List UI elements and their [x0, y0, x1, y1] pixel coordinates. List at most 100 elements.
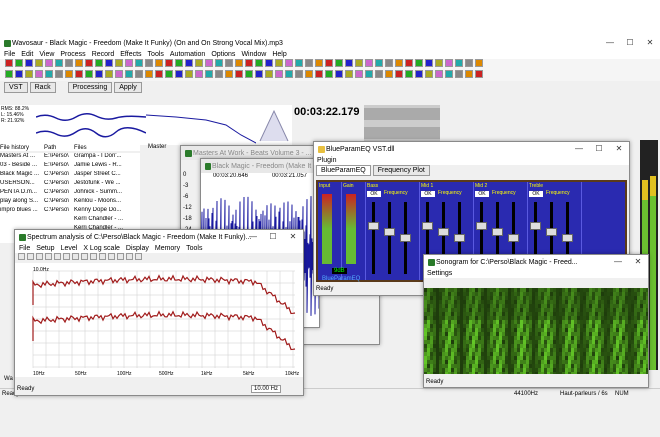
toolbar-button-icon[interactable] — [155, 59, 163, 67]
toolbar-button-icon[interactable] — [215, 70, 223, 78]
minimize-icon[interactable]: — — [243, 230, 263, 244]
menu-window[interactable]: Window — [241, 51, 266, 58]
apply-button[interactable]: Apply — [114, 82, 142, 93]
sonogram-display[interactable] — [424, 288, 649, 376]
toolbar-button-icon[interactable] — [415, 70, 423, 78]
toolbar-button-icon[interactable] — [175, 59, 183, 67]
toolbar-button-icon[interactable] — [75, 70, 83, 78]
toolbar-button-icon[interactable] — [385, 70, 393, 78]
toolbar-button-icon[interactable] — [455, 70, 463, 78]
toolbar-button-icon[interactable] — [385, 59, 393, 67]
list-item[interactable]: Black Magic ... C:\Perso\ Jasper Street C.… — [0, 171, 140, 180]
spectrum-tool-icon[interactable] — [108, 253, 115, 260]
toolbar-button-icon[interactable] — [105, 59, 113, 67]
toolbar-button-icon[interactable] — [125, 59, 133, 67]
close-icon[interactable]: ✕ — [609, 142, 629, 156]
eq-slider-thumb[interactable] — [400, 234, 411, 242]
eq-slider-thumb[interactable] — [422, 222, 433, 230]
toolbar-button-icon[interactable] — [165, 70, 173, 78]
toolbar-button-icon[interactable] — [295, 59, 303, 67]
toolbar-button-icon[interactable] — [395, 70, 403, 78]
spectrum-menu-5[interactable]: Memory — [155, 245, 180, 252]
toolbar-button-icon[interactable] — [225, 59, 233, 67]
eq-ok-button[interactable]: OK — [367, 191, 381, 197]
toolbar-button-icon[interactable] — [305, 59, 313, 67]
toolbar-button-icon[interactable] — [405, 70, 413, 78]
eq-slider-thumb[interactable] — [454, 234, 465, 242]
spectrum-tool-icon[interactable] — [135, 253, 142, 260]
toolbar-button-icon[interactable] — [75, 59, 83, 67]
list-item[interactable]: Kerri Chandler - ... — [0, 216, 140, 225]
toolbar-button-icon[interactable] — [245, 59, 253, 67]
eq-ok-button[interactable]: OK — [529, 191, 543, 197]
toolbar-button-icon[interactable] — [445, 70, 453, 78]
menu-view[interactable]: View — [39, 51, 54, 58]
toolbar-button-icon[interactable] — [465, 70, 473, 78]
minimize-icon[interactable]: — — [569, 142, 589, 156]
eq-slider[interactable] — [368, 202, 379, 274]
toolbar-button-icon[interactable] — [195, 70, 203, 78]
toolbar-button-icon[interactable] — [365, 70, 373, 78]
toolbar-button-icon[interactable] — [265, 70, 273, 78]
toolbar-button-icon[interactable] — [325, 59, 333, 67]
maximize-icon[interactable]: ☐ — [620, 36, 640, 50]
toolbar-button-icon[interactable] — [335, 70, 343, 78]
toolbar-button-icon[interactable] — [335, 59, 343, 67]
toolbar-button-icon[interactable] — [475, 70, 483, 78]
toolbar-button-icon[interactable] — [55, 70, 63, 78]
menu-effects[interactable]: Effects — [120, 51, 141, 58]
toolbar-button-icon[interactable] — [135, 59, 143, 67]
toolbar-button-icon[interactable] — [135, 70, 143, 78]
list-item[interactable]: USERSON... C:\Perso\ Jestofunk - We ... — [0, 180, 140, 189]
spectrum-tool-icon[interactable] — [36, 253, 43, 260]
spectrum-tool-icon[interactable] — [63, 253, 70, 260]
maximize-icon[interactable]: ☐ — [263, 230, 283, 244]
toolbar-button-icon[interactable] — [345, 59, 353, 67]
spectrum-tool-icon[interactable] — [90, 253, 97, 260]
toolbar-button-icon[interactable] — [185, 70, 193, 78]
toolbar-button-icon[interactable] — [225, 70, 233, 78]
close-icon[interactable]: ✕ — [628, 255, 648, 269]
toolbar-button-icon[interactable] — [15, 59, 23, 67]
eq-slider-thumb[interactable] — [384, 228, 395, 236]
menu-help[interactable]: Help — [272, 51, 286, 58]
tab-blueparameq[interactable]: BlueParamEQ — [316, 165, 371, 176]
minimize-icon[interactable]: — — [608, 255, 628, 269]
toolbar-button-icon[interactable] — [435, 70, 443, 78]
toolbar-button-icon[interactable] — [45, 59, 53, 67]
eq-slider[interactable] — [400, 202, 411, 274]
spectrum-tool-icon[interactable] — [126, 253, 133, 260]
toolbar-button-icon[interactable] — [25, 70, 33, 78]
toolbar-button-icon[interactable] — [275, 59, 283, 67]
spectrum-tool-icon[interactable] — [27, 253, 34, 260]
spectrum-tool-icon[interactable] — [18, 253, 25, 260]
toolbar-button-icon[interactable] — [425, 59, 433, 67]
spectrum-menu-3[interactable]: X Log scale — [83, 245, 120, 252]
spectrum-tool-icon[interactable] — [99, 253, 106, 260]
toolbar-button-icon[interactable] — [15, 70, 23, 78]
toolbar-button-icon[interactable] — [275, 70, 283, 78]
eq-slider-thumb[interactable] — [492, 228, 503, 236]
minimize-icon[interactable]: — — [600, 36, 620, 50]
eq-slider-thumb[interactable] — [476, 222, 487, 230]
toolbar-button-icon[interactable] — [45, 70, 53, 78]
toolbar-button-icon[interactable] — [315, 70, 323, 78]
menu-edit[interactable]: Edit — [21, 51, 33, 58]
toolbar-button-icon[interactable] — [255, 59, 263, 67]
toolbar-button-icon[interactable] — [415, 59, 423, 67]
toolbar-button-icon[interactable] — [265, 59, 273, 67]
toolbar-button-icon[interactable] — [145, 59, 153, 67]
tab-rack[interactable]: Rack — [29, 82, 56, 93]
maximize-icon[interactable]: ☐ — [589, 142, 609, 156]
menu-file[interactable]: File — [4, 51, 15, 58]
toolbar-button-icon[interactable] — [465, 59, 473, 67]
toolbar-button-icon[interactable] — [285, 70, 293, 78]
toolbar-button-icon[interactable] — [5, 59, 13, 67]
list-item[interactable]: Masters At ... E:\Perso\ Grampa - I Don'..… — [0, 153, 140, 162]
eq-ok-button[interactable]: OK — [421, 191, 435, 197]
toolbar-button-icon[interactable] — [355, 70, 363, 78]
eq-slider-thumb[interactable] — [530, 222, 541, 230]
eq-ok-button[interactable]: OK — [475, 191, 489, 197]
toolbar-button-icon[interactable] — [305, 70, 313, 78]
toolbar-button-icon[interactable] — [455, 59, 463, 67]
